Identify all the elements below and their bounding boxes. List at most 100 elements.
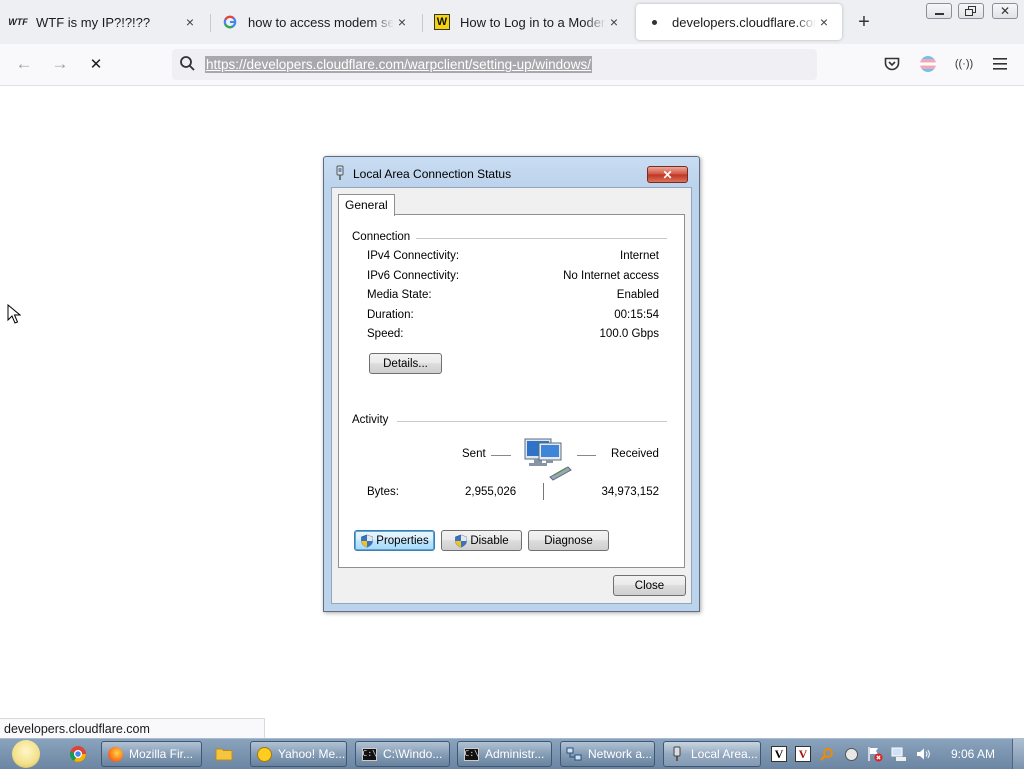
speed-value: 100.0 Gbps [599, 328, 659, 340]
firefox-icon [107, 746, 123, 762]
divider [416, 238, 667, 239]
tab-separator [210, 14, 211, 32]
tray-action-center[interactable] [867, 746, 883, 762]
properties-button[interactable]: Properties [354, 530, 435, 551]
network-adapter-icon [336, 165, 344, 180]
chrome-icon [69, 746, 86, 762]
taskbar-item-yahoo-messenger[interactable]: Yahoo! Me... [250, 741, 347, 767]
navigation-toolbar: ← → ✕ https://developers.cloudflare.com/… [0, 44, 1024, 86]
received-label: Received [611, 448, 659, 460]
sent-label: Sent [462, 448, 486, 460]
ipv4-connectivity-label: IPv4 Connectivity: [367, 250, 460, 262]
tab-title: developers.cloudflare.com/warpclient [672, 14, 816, 30]
ipv6-connectivity-label: IPv6 Connectivity: [367, 270, 460, 282]
details-button[interactable]: Details... [369, 353, 442, 374]
loading-dot-icon [646, 14, 662, 30]
start-button[interactable] [6, 739, 46, 769]
pocket-icon [884, 57, 900, 70]
system-clock[interactable]: 9:06 AM [940, 747, 1006, 761]
taskbar-item-label: Yahoo! Me... [278, 747, 346, 761]
tray-vlc[interactable]: V [771, 746, 787, 762]
tray-messenger[interactable] [843, 746, 859, 762]
dialog-body: General Connection IPv4 Connectivity: In… [331, 187, 692, 604]
taskbar-item-administrator[interactable]: C:\ Administr... [457, 741, 552, 767]
v-logo-icon: V [771, 746, 787, 762]
media-state-label: Media State: [367, 289, 432, 301]
cmd-icon: C:\ [463, 746, 479, 762]
stop-x-icon: ✕ [89, 56, 103, 73]
taskbar-item-local-area-connection[interactable]: Local Area... [663, 741, 761, 767]
tray-volume[interactable] [915, 746, 931, 762]
taskbar-item-network-and-sharing[interactable]: Network a... [560, 741, 655, 767]
uac-shield-icon [455, 534, 468, 548]
taskbar-item-label: C:\Windo... [383, 747, 443, 761]
address-bar[interactable]: https://developers.cloudflare.com/warpcl… [172, 49, 817, 80]
close-button[interactable]: Close [613, 575, 686, 596]
tab-wtf-is-my-ip[interactable]: WTF WTF is my IP?!?!?? × [0, 4, 208, 40]
tab-title: How to Log in to a Modem [460, 14, 606, 30]
url-text[interactable]: https://developers.cloudflare.com/warpcl… [205, 56, 592, 73]
close-icon[interactable]: × [816, 14, 832, 30]
forward-button[interactable]: → [48, 52, 72, 76]
minimize-icon [934, 12, 944, 15]
flag-error-icon [868, 747, 883, 762]
network-computers-icon [524, 438, 572, 481]
tab-separator [422, 14, 423, 32]
tray-v-app[interactable]: V [795, 746, 811, 762]
dialog-close-button[interactable]: ✕ [647, 166, 688, 183]
show-desktop-button[interactable] [1012, 739, 1024, 769]
diagnose-button[interactable]: Diagnose [528, 530, 609, 551]
connection-status-dialog: Local Area Connection Status ✕ General C… [323, 156, 700, 612]
tray-network[interactable] [891, 746, 907, 762]
duration-label: Duration: [367, 309, 414, 321]
tab-wikihow-modem-login[interactable]: W How to Log in to a Modem × [424, 4, 632, 40]
window-close-button[interactable]: ✕ [992, 3, 1018, 19]
smiley-icon [844, 747, 858, 761]
taskbar-item-cmd-windows[interactable]: C:\ C:\Windo... [355, 741, 450, 767]
received-line [577, 455, 596, 456]
tab-modem-settings-search[interactable]: how to access modem settings × [212, 4, 420, 40]
account-button[interactable] [916, 52, 940, 76]
media-state-value: Enabled [616, 289, 659, 301]
tray-search[interactable] [819, 746, 835, 762]
bytes-received-value: 34,973,152 [601, 486, 659, 498]
pinned-explorer[interactable] [212, 742, 236, 766]
sent-line [491, 455, 511, 456]
properties-label: Properties [376, 534, 429, 547]
menu-button[interactable] [988, 52, 1012, 76]
wtf-icon: WTF [8, 17, 28, 27]
pocket-button[interactable] [880, 52, 904, 76]
browser-tab-strip: WTF WTF is my IP?!?!?? × how to access m… [0, 0, 1024, 44]
minimize-button[interactable] [926, 3, 952, 19]
restore-button[interactable] [958, 3, 984, 19]
pinned-chrome[interactable] [66, 742, 90, 766]
extension-button[interactable]: ((·)) [952, 52, 976, 76]
close-icon: ✕ [999, 4, 1011, 18]
disable-label: Disable [470, 534, 509, 547]
tab-cloudflare-warp[interactable]: developers.cloudflare.com/warpclient × [636, 4, 842, 40]
cmd-icon: C:\ [361, 746, 377, 762]
tab-general[interactable]: General [338, 194, 395, 216]
radio-waves-icon: ((·)) [954, 58, 974, 70]
taskbar-item-firefox[interactable]: Mozilla Fir... [101, 741, 202, 767]
search-icon [180, 56, 195, 71]
ipv6-connectivity-value: No Internet access [563, 270, 659, 282]
folder-icon [215, 748, 233, 761]
close-icon[interactable]: × [606, 14, 622, 30]
taskbar-item-label: Administr... [485, 747, 545, 761]
ipv4-connectivity-value: Internet [620, 250, 659, 262]
tab-title: how to access modem settings [248, 14, 394, 30]
speed-label: Speed: [367, 328, 404, 340]
back-button[interactable]: ← [12, 52, 36, 76]
v-logo-icon: V [795, 746, 811, 762]
stop-button[interactable]: ✕ [84, 52, 108, 76]
close-icon: ✕ [662, 167, 673, 182]
new-tab-button[interactable]: + [854, 11, 874, 33]
tab-title: WTF is my IP?!?!?? [36, 14, 151, 30]
network-adapter-icon [669, 746, 685, 762]
close-icon[interactable]: × [182, 14, 198, 30]
taskbar-item-label: Mozilla Fir... [129, 747, 194, 761]
close-icon[interactable]: × [394, 14, 410, 30]
disable-button[interactable]: Disable [441, 530, 522, 551]
windows-taskbar: Mozilla Fir... Yahoo! Me... C:\ C:\Windo… [0, 738, 1024, 769]
